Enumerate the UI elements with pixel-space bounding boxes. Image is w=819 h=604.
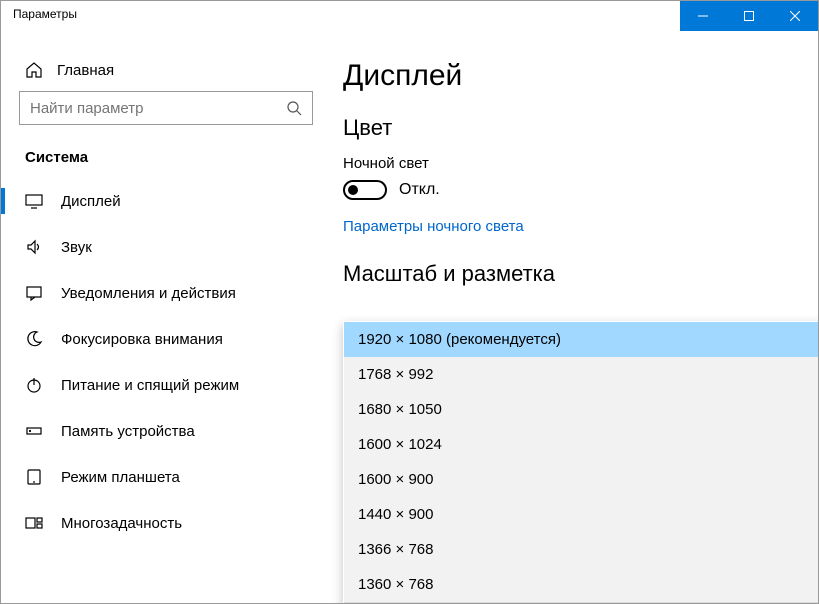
sidebar-item-display[interactable]: Дисплей xyxy=(1,178,331,224)
storage-icon xyxy=(25,422,43,440)
section-scale-heading: Масштаб и разметка xyxy=(343,261,798,287)
dropdown-option[interactable]: 1280 × 1024 xyxy=(344,602,818,603)
notifications-icon xyxy=(25,284,43,302)
search-input-wrapper[interactable] xyxy=(19,91,313,125)
sidebar-item-multitask[interactable]: Многозадачность xyxy=(1,500,331,546)
maximize-icon xyxy=(744,11,754,21)
search-container xyxy=(1,91,331,143)
content-area: Дисплей Цвет Ночной свет Откл. Параметры… xyxy=(331,31,818,603)
settings-window: Параметры Главная xyxy=(0,0,819,604)
dropdown-option[interactable]: 1920 × 1080 (рекомендуется) xyxy=(344,322,818,357)
focus-icon xyxy=(25,330,43,348)
window-title: Параметры xyxy=(1,1,89,31)
multitask-icon xyxy=(25,514,43,532)
dropdown-option[interactable]: 1366 × 768 xyxy=(344,532,818,567)
power-icon xyxy=(25,376,43,394)
sidebar-item-storage[interactable]: Память устройства xyxy=(1,408,331,454)
sidebar-section-label: Система xyxy=(1,143,331,178)
toggle-state-text: Откл. xyxy=(399,181,440,199)
home-label: Главная xyxy=(57,62,114,79)
night-light-settings-link[interactable]: Параметры ночного света xyxy=(343,218,524,235)
sidebar-item-label: Питание и спящий режим xyxy=(61,377,239,394)
sidebar-item-notifications[interactable]: Уведомления и действия xyxy=(1,270,331,316)
dropdown-option[interactable]: 1768 × 992 xyxy=(344,357,818,392)
sidebar-item-label: Многозадачность xyxy=(61,515,182,532)
titlebar: Параметры xyxy=(1,1,818,31)
search-input[interactable] xyxy=(30,100,286,117)
dropdown-option[interactable]: 1600 × 1024 xyxy=(344,427,818,462)
sidebar-item-label: Уведомления и действия xyxy=(61,285,236,302)
dropdown-option[interactable]: 1600 × 900 xyxy=(344,462,818,497)
search-icon xyxy=(286,100,302,116)
close-button[interactable] xyxy=(772,1,818,31)
sidebar-item-label: Фокусировка внимания xyxy=(61,331,223,348)
night-light-label: Ночной свет xyxy=(343,155,798,172)
dropdown-listbox: 1920 × 1080 (рекомендуется) 1768 × 992 1… xyxy=(344,322,818,603)
minimize-icon xyxy=(698,11,708,21)
sidebar-item-power[interactable]: Питание и спящий режим xyxy=(1,362,331,408)
page-title: Дисплей xyxy=(343,59,798,93)
dropdown-option[interactable]: 1680 × 1050 xyxy=(344,392,818,427)
night-light-toggle-row: Откл. xyxy=(343,180,798,200)
sidebar-nav: Дисплей Звук Уведомления и действия Фоку… xyxy=(1,178,331,546)
sidebar: Главная Система Дисплей Звук xyxy=(1,31,331,603)
window-body: Главная Система Дисплей Звук xyxy=(1,31,818,603)
window-controls xyxy=(680,1,818,31)
tablet-icon xyxy=(25,468,43,486)
sidebar-item-tablet[interactable]: Режим планшета xyxy=(1,454,331,500)
night-light-toggle[interactable] xyxy=(343,180,387,200)
sidebar-item-sound[interactable]: Звук xyxy=(1,224,331,270)
sidebar-item-label: Режим планшета xyxy=(61,469,180,486)
dropdown-option[interactable]: 1360 × 768 xyxy=(344,567,818,602)
sidebar-item-label: Память устройства xyxy=(61,423,195,440)
sound-icon xyxy=(25,238,43,256)
home-button[interactable]: Главная xyxy=(1,49,331,91)
minimize-button[interactable] xyxy=(680,1,726,31)
home-icon xyxy=(25,61,43,79)
sidebar-item-label: Звук xyxy=(61,239,92,256)
section-color-heading: Цвет xyxy=(343,115,798,141)
sidebar-item-label: Дисплей xyxy=(61,193,121,210)
close-icon xyxy=(790,11,800,21)
display-icon xyxy=(25,192,43,210)
sidebar-item-focus[interactable]: Фокусировка внимания xyxy=(1,316,331,362)
maximize-button[interactable] xyxy=(726,1,772,31)
resolution-dropdown[interactable]: 1920 × 1080 (рекомендуется) 1768 × 992 1… xyxy=(343,321,818,603)
dropdown-option[interactable]: 1440 × 900 xyxy=(344,497,818,532)
